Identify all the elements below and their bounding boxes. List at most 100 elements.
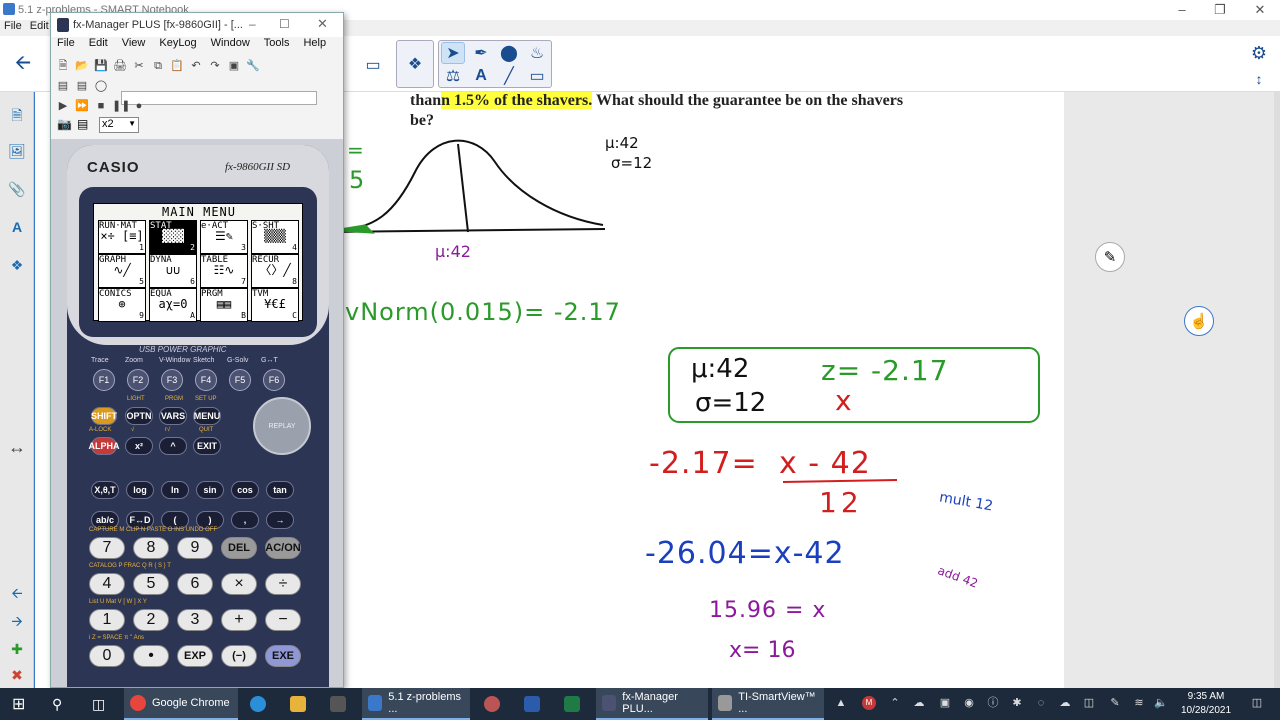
menu-edit[interactable]: Edit <box>30 20 49 36</box>
key-sci[interactable]: ln <box>161 481 189 499</box>
fx-menu-tools[interactable]: Tools <box>264 37 290 55</box>
key-num[interactable]: DEL <box>221 537 257 559</box>
next-page-icon[interactable]: 🡪 <box>8 612 26 630</box>
menu-cell-runmat[interactable]: RUN·MAT ×÷ [≡] 1 <box>98 220 146 254</box>
wifi-icon[interactable]: ≋ <box>1132 696 1146 710</box>
add-page-icon[interactable]: ✚ <box>8 640 26 658</box>
key-f5[interactable]: F5 <box>229 369 251 391</box>
taskbar-smart-notebook[interactable]: 5.1 z-problems ... <box>362 688 470 720</box>
taskbar-word[interactable] <box>518 688 546 720</box>
print-icon[interactable]: 🖨 <box>112 59 128 73</box>
record-icon[interactable]: ● <box>131 99 147 113</box>
play-icon[interactable]: ▶ <box>55 99 71 113</box>
delete-page-icon[interactable]: ✖ <box>8 666 26 684</box>
key-num[interactable]: 1 <box>89 609 125 631</box>
key-num[interactable]: 4 <box>89 573 125 595</box>
task-view-icon[interactable]: ◫ <box>86 688 111 720</box>
taskbar-snip[interactable] <box>478 688 506 720</box>
menu-cell-stat[interactable]: STAT ▓▓▓ 2 <box>149 220 197 254</box>
redo-icon[interactable]: ↷ <box>207 59 223 73</box>
save-icon[interactable]: 💾 <box>93 59 109 73</box>
menu-cell-recur[interactable]: RECUR 〈〉╱ 8 <box>251 254 299 288</box>
key-optn[interactable]: OPTN <box>125 407 153 425</box>
replay-pad[interactable]: REPLAY <box>253 397 311 455</box>
tray-logo-icon[interactable]: ◌ <box>1034 696 1048 710</box>
attachments-icon[interactable]: 📎 <box>8 180 26 198</box>
key-sci[interactable]: X,θ,T <box>91 481 119 499</box>
fx-menu-keylog[interactable]: KeyLog <box>159 37 196 55</box>
key-num[interactable]: (−) <box>221 645 257 667</box>
menu-file[interactable]: File <box>4 20 22 36</box>
line-icon[interactable]: ╱ <box>497 65 521 87</box>
new-file-icon[interactable]: 🗎 <box>55 59 71 73</box>
pen-icon[interactable]: ✒ <box>469 42 493 64</box>
screenshot-icon[interactable]: 📷 <box>57 117 73 133</box>
taskbar-ti-smartview[interactable]: TI-SmartView™ ... <box>712 688 824 720</box>
open-folder-icon[interactable]: 📂 <box>74 59 90 73</box>
move-sidebar-icon[interactable]: ↔ <box>8 438 26 456</box>
key-f3[interactable]: F3 <box>161 369 183 391</box>
pen-tool-icon[interactable]: ✎ <box>1095 242 1125 272</box>
measure-icon[interactable]: ⚖ <box>441 65 465 87</box>
key-f2[interactable]: F2 <box>127 369 149 391</box>
close-icon[interactable]: ✕ <box>1240 0 1280 20</box>
undo-icon[interactable]: ↶ <box>188 59 204 73</box>
fx-close-icon[interactable]: ✕ <box>317 16 328 32</box>
fx-menu-file[interactable]: File <box>57 37 75 55</box>
key-sci[interactable]: sin <box>196 481 224 499</box>
key-num[interactable]: ÷ <box>265 573 301 595</box>
key-power[interactable]: ^ <box>159 437 187 455</box>
key-num[interactable]: 7 <box>89 537 125 559</box>
copy-icon[interactable]: ⧉ <box>150 59 166 73</box>
key-num[interactable]: EXP <box>177 645 213 667</box>
tray-security-icon[interactable]: ◫ <box>1082 696 1096 710</box>
fx-menu-help[interactable]: Help <box>303 37 326 55</box>
key-num[interactable]: 6 <box>177 573 213 595</box>
zoom-select[interactable]: x2 ▼ <box>99 117 139 133</box>
tools-icon[interactable]: 🔧 <box>245 59 261 73</box>
tray-cloud-icon[interactable]: ☁ <box>1058 696 1072 710</box>
gmail-icon[interactable]: M <box>862 696 876 710</box>
vertical-scrollbar[interactable] <box>1274 92 1280 688</box>
search-icon[interactable]: ⚲ <box>46 688 68 720</box>
key-f6[interactable]: F6 <box>263 369 285 391</box>
fx-minimize-icon[interactable]: – <box>249 17 256 31</box>
hand-pointer-icon[interactable]: ☝ <box>1184 306 1214 336</box>
key-num[interactable]: 3 <box>177 609 213 631</box>
shapes-icon[interactable]: ⬤ <box>497 42 521 64</box>
select-arrow-icon[interactable]: ➤ <box>441 42 465 64</box>
taskbar-edge[interactable] <box>244 688 272 720</box>
minimize-icon[interactable]: – <box>1162 0 1202 20</box>
key-num[interactable]: 0 <box>89 645 125 667</box>
key-menu[interactable]: MENU <box>193 407 221 425</box>
tray-app-icon[interactable]: ▲ <box>834 696 848 710</box>
move-toolbar-icon[interactable]: ↕ <box>1244 64 1274 94</box>
key-sci[interactable]: log <box>126 481 154 499</box>
page-sorter-icon[interactable]: 🗎 <box>8 106 26 124</box>
cut-icon[interactable]: ✂ <box>131 59 147 73</box>
key-num[interactable]: − <box>265 609 301 631</box>
taskbar-fx-manager[interactable]: fx-Manager PLU... <box>596 688 708 720</box>
key-num[interactable]: + <box>221 609 257 631</box>
menu-cell-dyna[interactable]: DYNA ∪∪ 6 <box>149 254 197 288</box>
menu-cell-table[interactable]: TABLE ☷∿ 7 <box>200 254 248 288</box>
screen-shade-icon[interactable]: ▭ <box>358 50 388 80</box>
restore-icon[interactable]: ❐ <box>1200 0 1240 20</box>
key-num[interactable]: 5 <box>133 573 169 595</box>
key-square[interactable]: x² <box>125 437 153 455</box>
key-num[interactable]: 9 <box>177 537 213 559</box>
key-alpha[interactable]: ALPHA <box>89 437 120 455</box>
onedrive-icon[interactable]: ☁ <box>912 696 926 710</box>
back-arrow-icon[interactable]: 🡨 <box>8 50 38 80</box>
key-num[interactable]: 8 <box>133 537 169 559</box>
gallery-icon[interactable]: 🖼 <box>8 142 26 160</box>
previous-page-icon[interactable]: 🡨 <box>8 584 26 602</box>
key-num[interactable]: • <box>133 645 169 667</box>
key-shift[interactable]: SHIFT <box>91 407 117 425</box>
tray-circle-icon[interactable]: ◉ <box>962 696 976 710</box>
taskbar-excel[interactable] <box>558 688 586 720</box>
key-f1[interactable]: F1 <box>93 369 115 391</box>
menu-cell-prgm[interactable]: PRGM ▤▤ B <box>200 288 248 322</box>
key-sci[interactable]: , <box>231 511 259 529</box>
text-icon[interactable]: A <box>469 65 493 87</box>
